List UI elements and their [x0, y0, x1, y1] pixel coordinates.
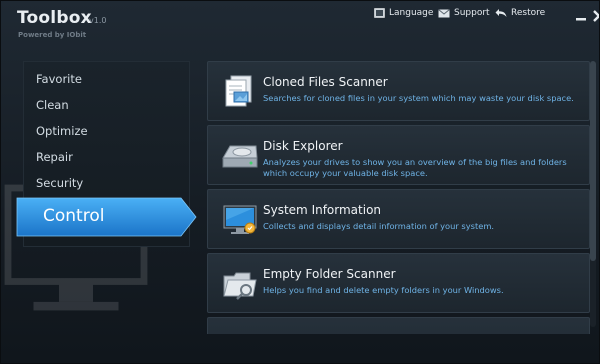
tool-title: Empty Folder Scanner — [263, 267, 396, 281]
cloned-files-icon — [225, 75, 252, 107]
tool-title: Disk Explorer — [263, 139, 343, 153]
support-button[interactable]: Support — [438, 6, 490, 20]
toolbox-window: Toolbox v1.0 Powered by IObit Language S… — [0, 0, 600, 364]
close-icon[interactable] — [592, 9, 600, 23]
tool-system-information[interactable]: System Information Collects and displays… — [207, 189, 590, 249]
sidebar-item-repair[interactable]: Repair — [36, 150, 73, 164]
tool-empty-folder-scanner[interactable]: Empty Folder Scanner Helps you find and … — [207, 253, 590, 313]
tool-description: Analyzes your drives to show you an over… — [263, 157, 567, 178]
sidebar-item-optimize[interactable]: Optimize — [36, 124, 88, 138]
tool-description: Collects and displays detail information… — [263, 221, 495, 231]
mail-icon — [438, 8, 450, 17]
tool-disk-explorer[interactable]: Disk Explorer Analyzes your drives to sh… — [207, 125, 590, 185]
restore-button[interactable]: Restore — [495, 6, 545, 20]
language-button[interactable]: Language — [374, 6, 433, 20]
tools-list: Cloned Files Scanner Searches for cloned… — [204, 58, 597, 334]
minimize-icon[interactable] — [574, 9, 588, 23]
restore-label: Restore — [511, 8, 546, 18]
language-label: Language — [389, 8, 434, 18]
app-subtitle: Powered by IObit — [18, 31, 87, 39]
app-version: v1.0 — [89, 16, 107, 25]
app-title: Toolbox — [17, 8, 92, 28]
sidebar-item-clean[interactable]: Clean — [36, 98, 69, 112]
tool-title: Cloned Files Scanner — [263, 75, 388, 89]
tool-title: System Information — [263, 203, 382, 217]
sidebar-item-security[interactable]: Security — [36, 176, 83, 190]
language-icon — [374, 8, 385, 18]
scroll-thumb[interactable] — [590, 61, 596, 261]
tool-next-partial[interactable] — [207, 317, 590, 334]
tools-scrollbar[interactable] — [590, 61, 596, 327]
sidebar-item-control[interactable]: Control — [15, 197, 197, 237]
system-information-icon — [223, 205, 257, 234]
empty-folder-icon — [223, 272, 257, 300]
support-label: Support — [454, 8, 490, 18]
disk-explorer-icon — [222, 145, 258, 168]
title-bar: Toolbox v1.0 Powered by IObit Language S… — [1, 1, 600, 49]
sidebar-item-control-label: Control — [43, 206, 105, 226]
tool-description: Helps you find and delete empty folders … — [263, 285, 504, 295]
restore-arrow-icon — [495, 9, 507, 17]
tool-cloned-files-scanner[interactable]: Cloned Files Scanner Searches for cloned… — [207, 61, 590, 121]
tool-description: Searches for cloned files in your system… — [263, 93, 574, 103]
top-toolbar: Language Support Restore — [367, 1, 600, 25]
sidebar-item-favorite[interactable]: Favorite — [36, 72, 82, 86]
